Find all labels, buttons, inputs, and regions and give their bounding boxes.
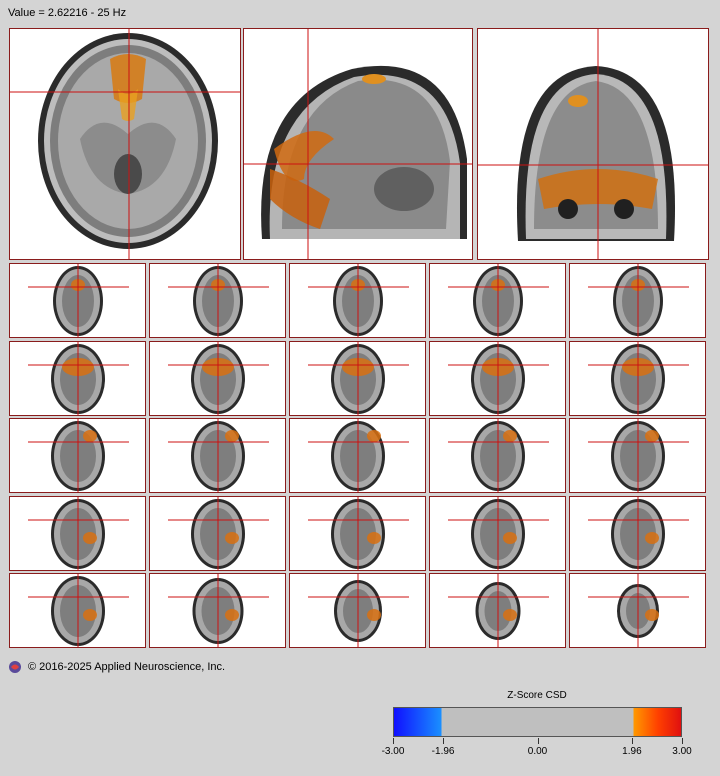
- value-readout: Value = 2.62216 - 25 Hz: [8, 7, 127, 19]
- axial-brain-image: [10, 29, 240, 259]
- slice-image: [588, 574, 689, 647]
- slice-panel-5[interactable]: [569, 263, 706, 338]
- slice-image: [588, 341, 689, 415]
- colorbar-tick-label: 3.00: [672, 746, 692, 757]
- slice-image: [28, 496, 129, 570]
- slice-image: [448, 496, 549, 570]
- slice-panel-3[interactable]: [289, 263, 426, 338]
- slice-image: [308, 419, 409, 492]
- slice-panel-9[interactable]: [429, 340, 566, 416]
- slice-panel-11[interactable]: [9, 418, 146, 493]
- slice-image: [308, 341, 409, 415]
- slice-image: [28, 574, 129, 647]
- slice-image: [168, 496, 269, 570]
- slice-image: [28, 264, 129, 337]
- slice-image: [448, 341, 549, 415]
- colorbar-tick: [393, 738, 394, 744]
- slice-panel-12[interactable]: [149, 418, 286, 493]
- slice-image: [448, 574, 549, 647]
- slice-panel-1[interactable]: [9, 263, 146, 338]
- slice-panel-17[interactable]: [149, 495, 286, 571]
- slice-image: [448, 264, 549, 337]
- slice-panel-16[interactable]: [9, 495, 146, 571]
- slice-image: [308, 264, 409, 337]
- footer: © 2016-2025 Applied Neuroscience, Inc.: [8, 660, 225, 674]
- sagittal-brain-image: [244, 29, 472, 259]
- slice-panel-19[interactable]: [429, 495, 566, 571]
- slice-panel-20[interactable]: [569, 495, 706, 571]
- slice-panel-14[interactable]: [429, 418, 566, 493]
- slice-image: [168, 341, 269, 415]
- slice-image: [28, 341, 129, 415]
- coronal-view-panel[interactable]: [477, 28, 709, 260]
- slice-panel-6[interactable]: [9, 340, 146, 416]
- slice-image: [168, 264, 269, 337]
- coronal-brain-image: [478, 29, 708, 259]
- colorbar-tick: [537, 738, 539, 744]
- slice-panel-4[interactable]: [429, 263, 566, 338]
- slice-panel-7[interactable]: [149, 340, 286, 416]
- slice-panel-2[interactable]: [149, 263, 286, 338]
- colorbar-tick-label: -3.00: [381, 746, 405, 757]
- axial-view-panel[interactable]: [9, 28, 241, 260]
- slice-image: [308, 574, 409, 647]
- slice-image: [308, 496, 409, 570]
- slice-panel-13[interactable]: [289, 418, 426, 493]
- colorbar-tick-label: 1.96: [622, 746, 642, 757]
- colorbar-title: Z-Score CSD: [507, 690, 567, 701]
- slice-image: [168, 419, 269, 492]
- brain-logo-icon: [9, 661, 21, 673]
- colorbar-tick: [443, 738, 445, 744]
- slice-panel-8[interactable]: [289, 340, 426, 416]
- colorbar-tick-label: -1.96: [431, 746, 455, 757]
- sagittal-view-panel[interactable]: [243, 28, 473, 260]
- slice-image: [588, 419, 689, 492]
- slice-panel-25[interactable]: [569, 573, 706, 648]
- colorbar: [393, 707, 682, 737]
- slice-panel-21[interactable]: [9, 573, 146, 648]
- colorbar-tick: [631, 738, 633, 744]
- slice-image: [168, 574, 269, 647]
- slice-image: [588, 264, 689, 337]
- slice-panel-24[interactable]: [429, 573, 566, 648]
- slice-image: [28, 419, 129, 492]
- slice-image: [448, 419, 549, 492]
- slice-panel-15[interactable]: [569, 418, 706, 493]
- copyright-text: © 2016-2025 Applied Neuroscience, Inc.: [28, 661, 226, 673]
- slice-panel-23[interactable]: [289, 573, 426, 648]
- slice-image: [588, 496, 689, 570]
- colorbar-tick-label: 0.00: [527, 746, 548, 757]
- slice-panel-10[interactable]: [569, 340, 706, 416]
- colorbar-tick: [682, 738, 683, 744]
- slice-panel-18[interactable]: [289, 495, 426, 571]
- slice-panel-22[interactable]: [149, 573, 286, 648]
